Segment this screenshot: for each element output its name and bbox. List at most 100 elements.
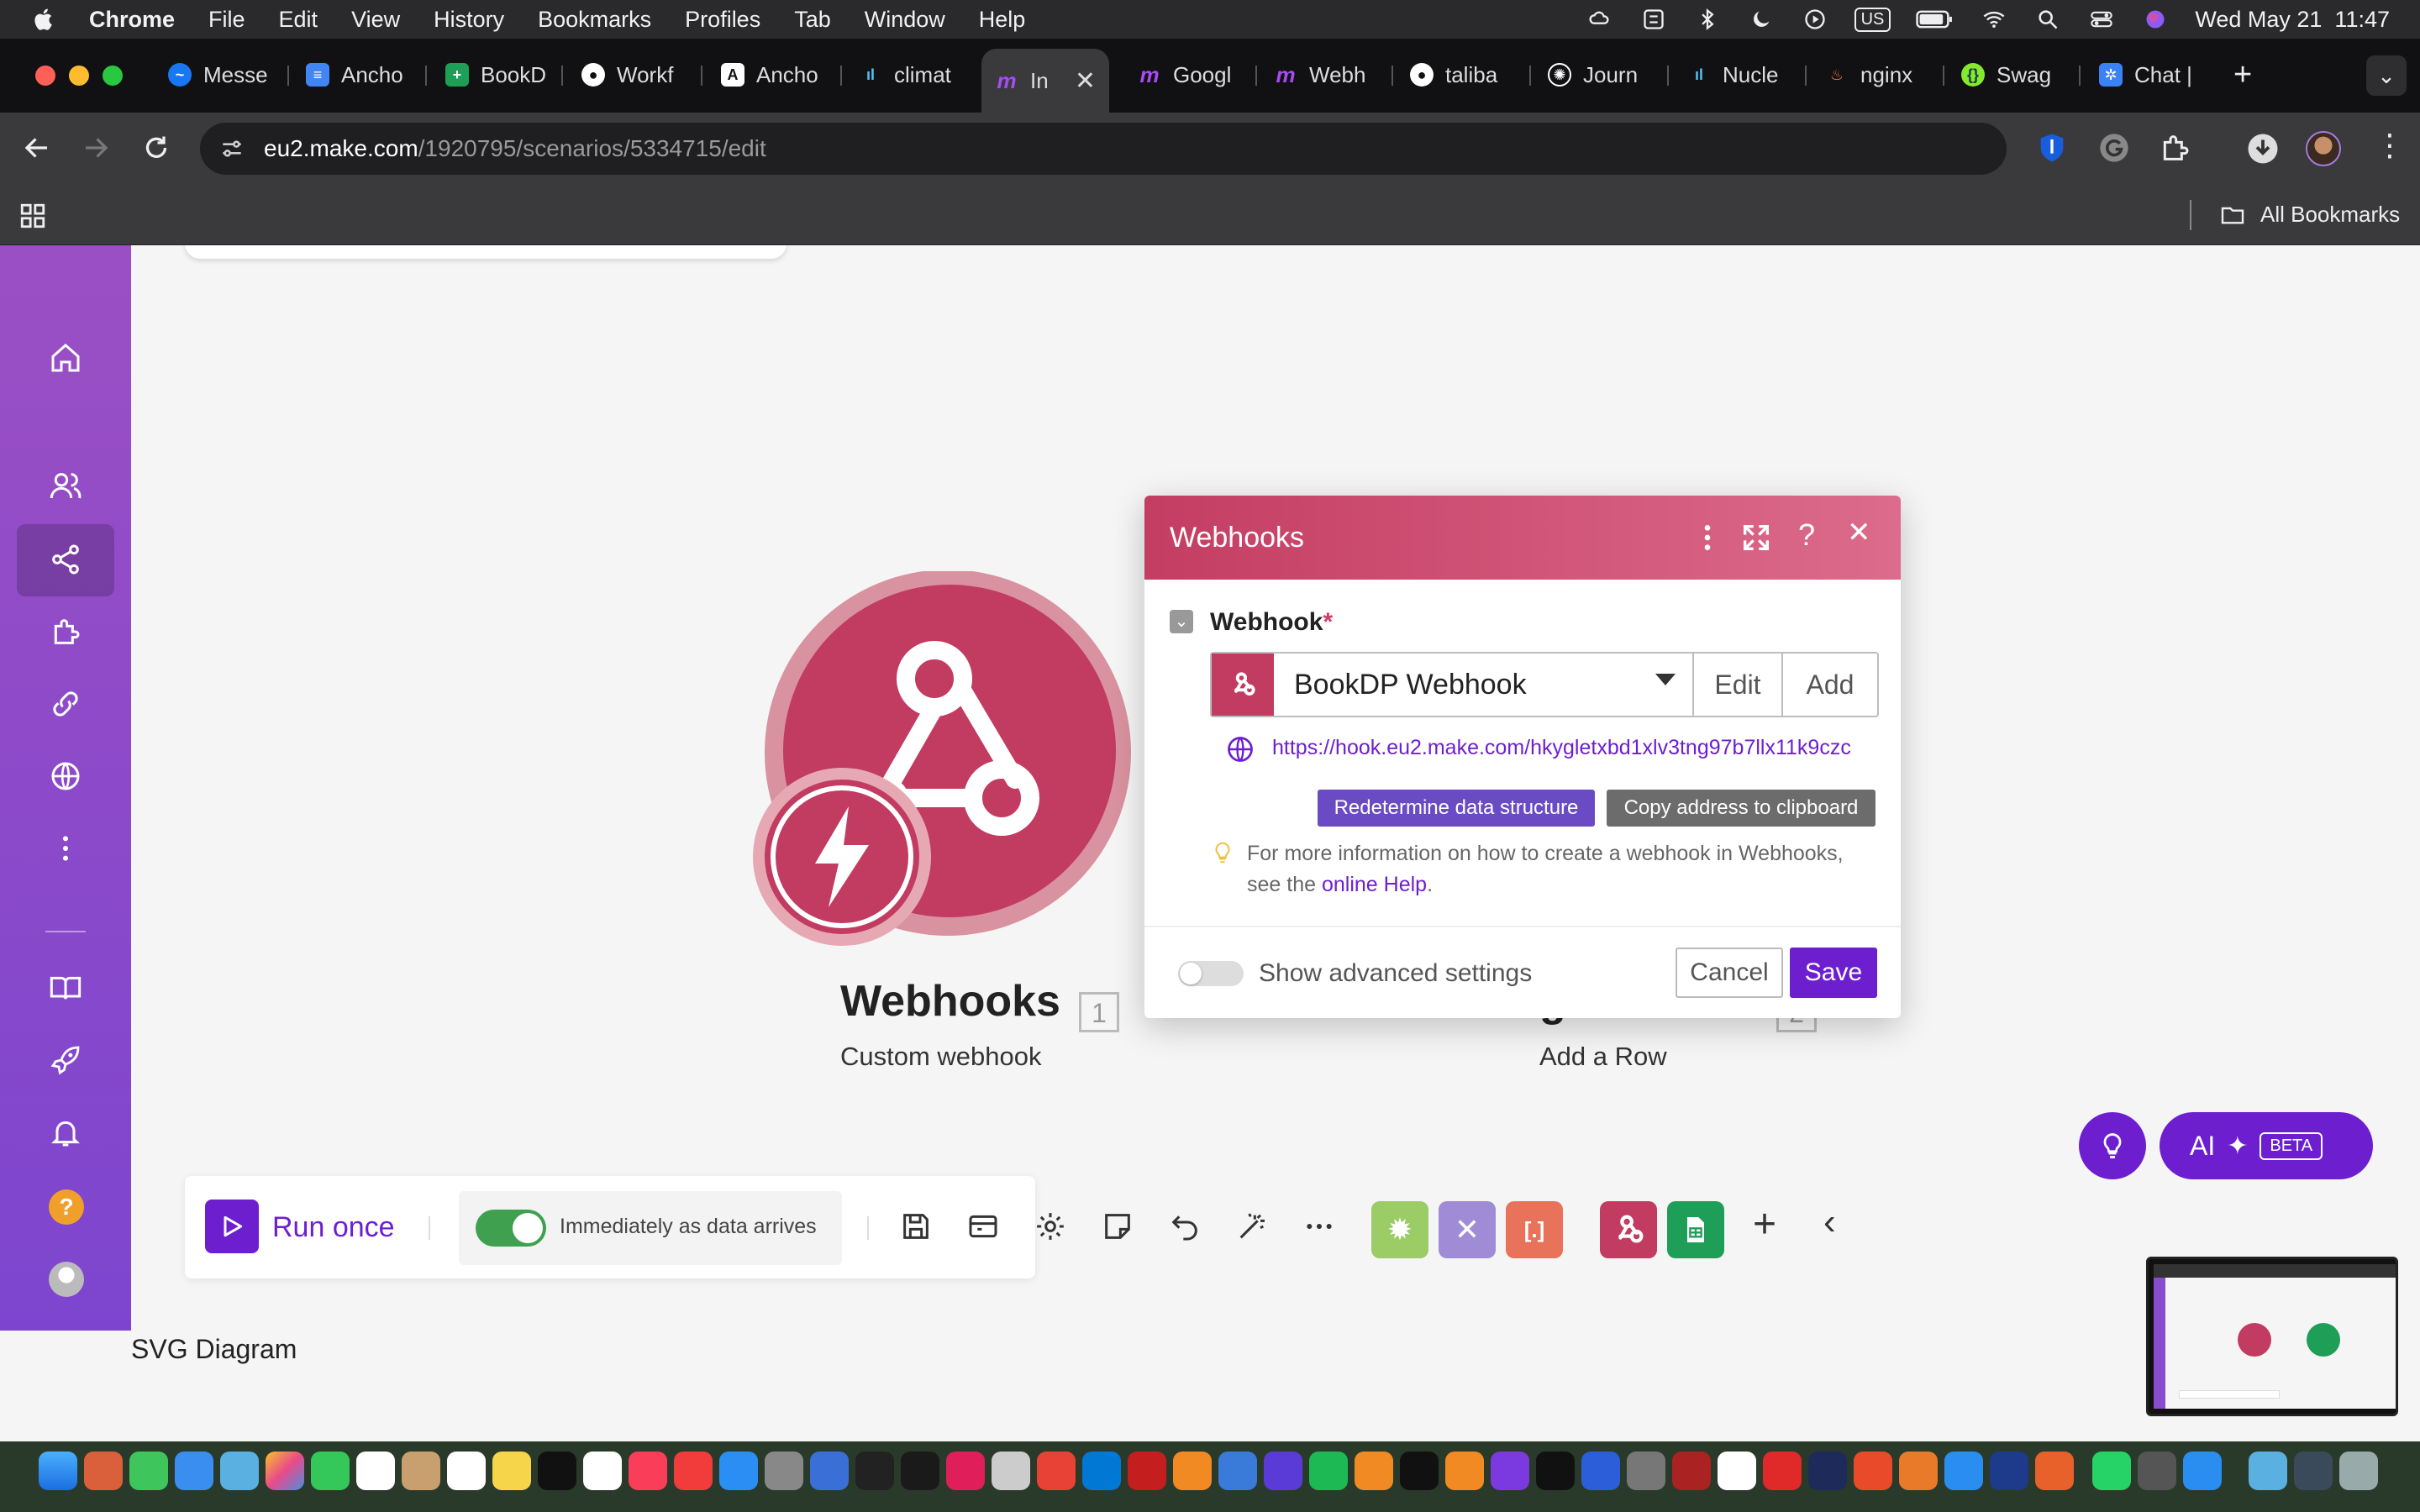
text-parser-tile[interactable]: [.] — [1506, 1201, 1563, 1258]
menu-profiles[interactable]: Profiles — [685, 7, 760, 33]
calculator-dock-icon[interactable] — [2138, 1452, 2176, 1490]
messages-dock-icon[interactable] — [129, 1452, 168, 1490]
add-webhook-button[interactable]: Add — [1781, 654, 1877, 716]
tab-make-google[interactable]: m Googl — [1138, 55, 1245, 94]
settings-gear-icon[interactable] — [1034, 1210, 1067, 1243]
utility-dock-icon[interactable] — [992, 1452, 1030, 1490]
control-center-icon[interactable] — [2087, 8, 2116, 31]
tab-bookdp-sheet[interactable]: + BookD — [445, 55, 548, 94]
network-dock-icon[interactable] — [1218, 1452, 1257, 1490]
app-dock-icon-10[interactable] — [1854, 1452, 1892, 1490]
tab-active-make[interactable]: m In ✕ — [981, 49, 1109, 113]
tab-anchor-doc[interactable]: ≡ Ancho — [306, 55, 410, 94]
puzzle-icon[interactable] — [49, 615, 82, 648]
slack-dock-icon[interactable] — [946, 1452, 985, 1490]
calendar-dock-icon[interactable] — [356, 1452, 395, 1490]
home-icon[interactable] — [49, 341, 82, 375]
tab-anchor-anthropic[interactable]: A Ancho — [721, 55, 825, 94]
minimap-preview[interactable] — [2146, 1257, 2398, 1416]
devtool-layout-icon[interactable] — [966, 1210, 1000, 1243]
collapse-chevron-left-icon[interactable]: ‹ — [1823, 1201, 1836, 1243]
window-minimize-button[interactable] — [69, 66, 89, 86]
moon-icon[interactable] — [1747, 8, 1776, 31]
add-module-plus-icon[interactable]: + — [1753, 1201, 1776, 1247]
wifi-icon[interactable] — [1980, 8, 2008, 31]
notes-dock-icon[interactable] — [492, 1452, 531, 1490]
filezilla-dock-icon[interactable] — [1128, 1452, 1166, 1490]
webhook-url-link[interactable]: https://hook.eu2.make.com/hkygletxbd1xlv… — [1272, 736, 1851, 760]
freeform-dock-icon[interactable] — [583, 1452, 622, 1490]
siri-icon[interactable] — [2141, 8, 2170, 31]
more-vertical-icon[interactable] — [49, 832, 82, 865]
apple-icon[interactable] — [32, 6, 57, 33]
tab-journal[interactable]: ✺ Journ — [1548, 55, 1652, 94]
star-dock-icon[interactable] — [1264, 1452, 1302, 1490]
menu-help[interactable]: Help — [979, 7, 1026, 33]
user-avatar[interactable] — [49, 1262, 84, 1297]
new-tab-plus-icon[interactable]: + — [2233, 57, 2252, 93]
webhooks-module[interactable] — [753, 570, 1133, 946]
menu-clock[interactable]: Wed May 21 11:47 — [2195, 7, 2390, 33]
reload-icon[interactable] — [141, 133, 171, 163]
dialog-close-icon[interactable]: ✕ — [1847, 516, 1871, 549]
sublime-dock-icon[interactable] — [1173, 1452, 1212, 1490]
chevron-down-icon[interactable] — [1655, 674, 1676, 685]
app-store-dock-icon[interactable] — [719, 1452, 758, 1490]
webhooks-app-tile[interactable] — [1600, 1201, 1657, 1258]
tools-gear-tile[interactable]: ✹ — [1371, 1201, 1428, 1258]
terminal-dock-icon[interactable] — [855, 1452, 894, 1490]
tab-swagger[interactable]: {} Swag — [1961, 55, 2064, 94]
menu-app-name[interactable]: Chrome — [89, 7, 175, 33]
google-sheets-app-tile[interactable] — [1667, 1201, 1724, 1258]
redetermine-data-structure-button[interactable]: Redetermine data structure — [1318, 790, 1595, 827]
app-dock-icon-7[interactable] — [1718, 1452, 1756, 1490]
launchpad-dock-icon[interactable] — [84, 1452, 123, 1490]
online-help-link[interactable]: online Help — [1322, 873, 1427, 896]
app-dock-icon-4[interactable] — [1581, 1452, 1620, 1490]
xcode-dock-icon[interactable] — [810, 1452, 849, 1490]
profile-avatar[interactable] — [2306, 131, 2341, 166]
share-scenarios-icon[interactable] — [49, 543, 82, 576]
save-button[interactable]: Save — [1790, 948, 1877, 998]
facetime-dock-icon[interactable] — [311, 1452, 350, 1490]
chrome-dock-icon[interactable] — [1037, 1452, 1076, 1490]
help-icon[interactable]: ? — [49, 1189, 84, 1225]
team-icon[interactable] — [49, 469, 82, 502]
menu-bookmarks[interactable]: Bookmarks — [538, 7, 651, 33]
console-dock-icon[interactable] — [1400, 1452, 1439, 1490]
tab-make-webhook[interactable]: m Webh — [1274, 55, 1376, 94]
photos-dock-icon[interactable] — [266, 1452, 304, 1490]
menu-edit[interactable]: Edit — [279, 7, 318, 33]
ai-assistant-button[interactable]: AI ✦ BETA — [2160, 1112, 2373, 1179]
globe-icon[interactable] — [49, 759, 82, 793]
link-icon[interactable] — [49, 687, 82, 721]
save-floppy-icon[interactable] — [899, 1210, 933, 1243]
app-dock-icon-5[interactable] — [1627, 1452, 1665, 1490]
bitwarden-shield-icon[interactable] — [2035, 131, 2069, 165]
app-dock-icon-2[interactable] — [1491, 1452, 1529, 1490]
vscode-dock-icon[interactable] — [1082, 1452, 1121, 1490]
system-settings-dock-icon[interactable] — [765, 1452, 803, 1490]
activity-monitor-dock-icon[interactable] — [901, 1452, 939, 1490]
maps-dock-icon[interactable] — [220, 1452, 259, 1490]
tab-nginx[interactable]: ♨ nginx — [1825, 55, 1928, 94]
tab-taliba-github[interactable]: ● taliba — [1410, 55, 1514, 94]
trash-dock-icon[interactable] — [2339, 1452, 2378, 1490]
cancel-button[interactable]: Cancel — [1676, 948, 1783, 998]
window-zoom-button[interactable] — [103, 66, 123, 86]
menu-window[interactable]: Window — [865, 7, 945, 33]
run-once-label[interactable]: Run once — [272, 1211, 395, 1244]
copy-address-button[interactable]: Copy address to clipboard — [1607, 790, 1876, 827]
flow-control-tile[interactable]: ✕ — [1439, 1201, 1496, 1258]
schedule-label[interactable]: Immediately as data arrives — [560, 1215, 817, 1239]
address-bar[interactable]: eu2.make.com/1920795/scenarios/5334715/e… — [200, 123, 2007, 175]
forward-arrow-icon[interactable] — [81, 133, 111, 163]
back-arrow-icon[interactable] — [22, 133, 52, 163]
webhook-select-dropdown[interactable]: BookDP Webhook — [1274, 654, 1694, 716]
help-question-icon[interactable]: ? — [1798, 517, 1815, 553]
tv-dock-icon[interactable] — [538, 1452, 576, 1490]
app-dock-icon-8[interactable] — [1763, 1452, 1802, 1490]
tab-close-icon[interactable]: ✕ — [1075, 66, 1096, 96]
finder-dock-icon[interactable] — [39, 1452, 77, 1490]
advanced-settings-toggle[interactable] — [1178, 961, 1244, 986]
